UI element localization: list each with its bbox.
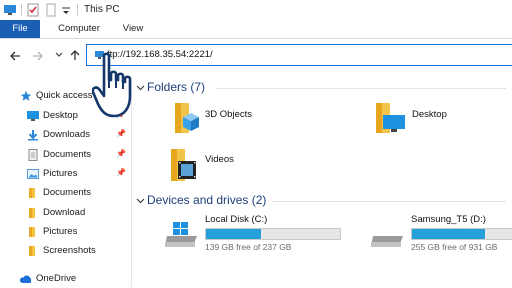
new-folder-icon[interactable] bbox=[44, 3, 58, 17]
sidebar-item-screenshots[interactable]: Screenshots bbox=[0, 242, 130, 260]
download-icon bbox=[28, 130, 38, 141]
sidebar-item-label: Download bbox=[43, 207, 86, 218]
folder-name: 3D Objects bbox=[205, 109, 252, 120]
drive-icon bbox=[371, 236, 403, 247]
videos-folder-icon bbox=[171, 149, 196, 181]
sidebar-item-label: Pictures bbox=[43, 226, 78, 237]
up-arrow-icon[interactable] bbox=[68, 48, 82, 62]
drive-usage-bar bbox=[411, 228, 512, 240]
ribbon-tabs: File Computer View bbox=[0, 20, 512, 39]
sidebar-item-label: Documents bbox=[43, 149, 92, 160]
folders-group-header[interactable]: Folders (7) bbox=[136, 80, 512, 96]
tab-computer[interactable]: Computer bbox=[56, 20, 102, 38]
forward-arrow-icon[interactable] bbox=[31, 49, 45, 63]
folder-tile-desktop[interactable]: Desktop bbox=[372, 101, 502, 143]
sidebar-item-documents-folder[interactable]: Documents bbox=[0, 184, 130, 202]
sidebar-item-label: Screenshots bbox=[43, 245, 96, 256]
pin-icon[interactable]: 📌 bbox=[116, 168, 126, 177]
sidebar-item-pictures-folder[interactable]: Pictures bbox=[0, 223, 130, 241]
chevron-down-icon[interactable] bbox=[136, 196, 145, 205]
drive-free-space: 255 GB free of 931 GB bbox=[411, 242, 498, 252]
group-divider bbox=[272, 201, 506, 202]
back-arrow-icon[interactable] bbox=[8, 49, 22, 63]
desktop-folder-icon bbox=[376, 103, 405, 133]
sidebar-item-documents[interactable]: Documents 📌 bbox=[0, 146, 130, 164]
documents-icon bbox=[28, 149, 38, 161]
desktop-icon bbox=[27, 111, 39, 121]
folder-name: Desktop bbox=[412, 109, 447, 120]
hand-cursor-icon bbox=[92, 52, 132, 118]
sidebar-item-label: Quick access bbox=[36, 90, 93, 101]
windows-drive-icon bbox=[165, 222, 197, 247]
drive-free-space: 139 GB free of 237 GB bbox=[205, 242, 292, 252]
folder-icon bbox=[29, 208, 35, 218]
divider bbox=[77, 4, 78, 16]
tab-file[interactable]: File bbox=[0, 20, 40, 38]
folder-tile-videos[interactable]: Videos bbox=[167, 147, 317, 189]
sidebar-item-label: Documents bbox=[43, 187, 92, 198]
sidebar-item-label: Downloads bbox=[43, 129, 90, 140]
folder-tile-3d-objects[interactable]: 3D Objects bbox=[167, 101, 317, 143]
folder-name: Videos bbox=[205, 154, 234, 165]
sidebar-item-label: OneDrive bbox=[36, 273, 77, 284]
folder-icon bbox=[29, 188, 35, 198]
chevron-down-icon[interactable] bbox=[54, 50, 68, 64]
pictures-icon bbox=[27, 169, 39, 179]
drives-group-header[interactable]: Devices and drives (2) bbox=[136, 193, 512, 209]
drive-usage-fill bbox=[412, 229, 485, 239]
star-icon bbox=[20, 90, 32, 101]
group-title: Folders (7) bbox=[147, 80, 206, 94]
divider bbox=[21, 4, 22, 16]
folder-icon bbox=[29, 246, 35, 256]
sidebar-item-download-folder[interactable]: Download bbox=[0, 204, 130, 222]
sidebar-item-pictures[interactable]: Pictures 📌 bbox=[0, 165, 130, 183]
pin-icon[interactable]: 📌 bbox=[116, 129, 126, 138]
sidebar-item-onedrive[interactable]: OneDrive bbox=[0, 270, 130, 288]
properties-icon[interactable] bbox=[26, 3, 40, 17]
drive-tile-c[interactable]: Local Disk (C:) 139 GB free of 237 GB bbox=[163, 214, 343, 258]
window-title: This PC bbox=[84, 4, 120, 15]
drive-name: Local Disk (C:) bbox=[205, 214, 268, 225]
sidebar-item-label: Desktop bbox=[43, 110, 78, 121]
folder-icon bbox=[29, 227, 35, 237]
drive-usage-bar bbox=[205, 228, 341, 240]
drive-usage-fill bbox=[206, 229, 261, 239]
this-pc-icon bbox=[4, 5, 16, 15]
sidebar-item-label: Pictures bbox=[43, 168, 78, 179]
group-title: Devices and drives (2) bbox=[147, 193, 267, 207]
drive-tile-d[interactable]: Samsung_T5 (D:) 255 GB free of 931 GB bbox=[369, 214, 512, 258]
customize-quick-access-icon[interactable] bbox=[60, 3, 72, 17]
cloud-icon bbox=[19, 275, 31, 283]
sidebar-item-downloads[interactable]: Downloads 📌 bbox=[0, 126, 130, 144]
address-bar[interactable]: ftp://192.168.35.54:2221/ bbox=[86, 44, 512, 66]
title-bar: This PC bbox=[0, 0, 512, 20]
3d-objects-folder-icon bbox=[175, 103, 199, 133]
group-divider bbox=[216, 88, 506, 89]
drive-name: Samsung_T5 (D:) bbox=[411, 214, 486, 225]
tab-view[interactable]: View bbox=[118, 20, 148, 38]
pin-icon[interactable]: 📌 bbox=[116, 149, 126, 158]
